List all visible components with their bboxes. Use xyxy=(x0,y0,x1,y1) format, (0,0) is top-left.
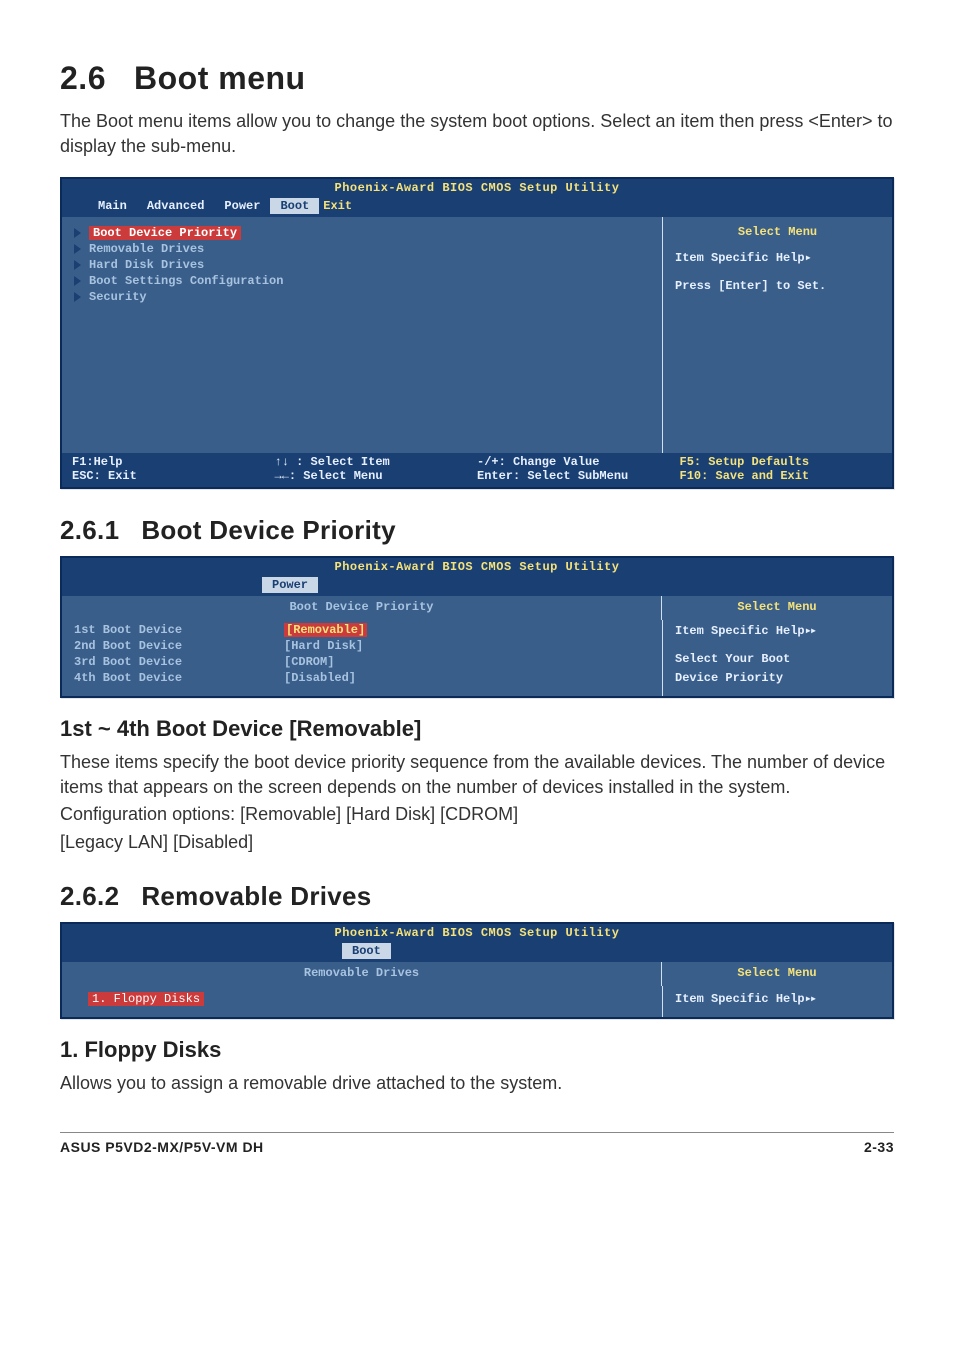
help-text-1: Item Specific Help▸▸ xyxy=(675,990,880,1009)
removable-drive-item[interactable]: 1. Floppy Disks xyxy=(88,992,204,1006)
bios-tab-bar: Power xyxy=(62,576,892,596)
tab-advanced[interactable]: Advanced xyxy=(137,198,215,214)
subsection-262-heading: 2.6.2 Removable Drives xyxy=(60,881,894,912)
subsection-number: 2.6.1 xyxy=(60,515,119,545)
menu-item-security[interactable]: Security xyxy=(74,289,650,305)
help-title: Select Menu xyxy=(662,966,892,980)
submenu-arrow-icon xyxy=(74,244,81,254)
boot-row-1[interactable]: 1st Boot Device[Removable] xyxy=(74,622,650,638)
help-text-1: Item Specific Help▸▸ xyxy=(675,622,880,641)
tab-exit[interactable]: Exit xyxy=(319,198,362,214)
bios-help-pane: Item Specific Help▸▸ xyxy=(662,986,892,1017)
bios-tab-bar: Boot xyxy=(62,942,892,962)
menu-label: Boot Settings Configuration xyxy=(89,274,283,288)
footer-col3: -/+: Change Value Enter: Select SubMenu xyxy=(477,455,680,483)
subsection-number: 2.6.2 xyxy=(60,881,119,911)
boot-row-label: 3rd Boot Device xyxy=(74,655,284,669)
footer-right: 2-33 xyxy=(864,1139,894,1155)
section-intro: The Boot menu items allow you to change … xyxy=(60,109,894,159)
bios-footer: F1:Help ESC: Exit ↑↓ : Select Item →←: S… xyxy=(62,453,892,487)
section-heading: 2.6 Boot menu xyxy=(60,60,894,97)
menu-label: Removable Drives xyxy=(89,242,204,256)
detail-text-1: These items specify the boot device prio… xyxy=(60,750,894,800)
footer-col4: F5: Setup Defaults F10: Save and Exit xyxy=(680,455,883,483)
bios-removable-drives: Phoenix-Award BIOS CMOS Setup Utility Bo… xyxy=(60,922,894,1019)
boot-row-value: [Hard Disk] xyxy=(284,639,363,653)
detail-text-2: Configuration options: [Removable] [Hard… xyxy=(60,802,894,827)
footer-left: ASUS P5VD2-MX/P5V-VM DH xyxy=(60,1139,264,1155)
tab-boot[interactable]: Boot xyxy=(342,943,391,959)
boot-row-label: 4th Boot Device xyxy=(74,671,284,685)
right-arrow-icon: ▸▸ xyxy=(805,992,815,1006)
boot-row-4[interactable]: 4th Boot Device[Disabled] xyxy=(74,670,650,686)
menu-label: Security xyxy=(89,290,147,304)
help-text-2: Select Your Boot xyxy=(675,650,880,669)
right-arrow-icon: ▸▸ xyxy=(805,624,815,638)
bios-boot-device-priority: Phoenix-Award BIOS CMOS Setup Utility Po… xyxy=(60,556,894,698)
menu-label: Boot Device Priority xyxy=(89,226,241,240)
menu-item-boot-device-priority[interactable]: Boot Device Priority xyxy=(74,225,650,241)
tab-boot[interactable]: Boot xyxy=(270,198,319,214)
tab-power[interactable]: Power xyxy=(214,198,270,214)
boot-row-value: [Removable] xyxy=(284,623,367,637)
boot-row-label: 1st Boot Device xyxy=(74,623,284,637)
menu-item-hard-disk-drives[interactable]: Hard Disk Drives xyxy=(74,257,650,273)
subsection-title: Removable Drives xyxy=(141,881,371,911)
bios-title: Phoenix-Award BIOS CMOS Setup Utility xyxy=(62,558,892,576)
detail-heading-boot-device: 1st ~ 4th Boot Device [Removable] xyxy=(60,716,894,742)
help-text-3: Device Priority xyxy=(675,669,880,688)
detail-heading-floppy: 1. Floppy Disks xyxy=(60,1037,894,1063)
bios-help-pane: Item Specific Help▸▸ Select Your Boot De… xyxy=(662,620,892,696)
bios-help-pane: Select Menu Item Specific Help▸ Press [E… xyxy=(662,217,892,453)
menu-item-removable-drives[interactable]: Removable Drives xyxy=(74,241,650,257)
menu-label: Hard Disk Drives xyxy=(89,258,204,272)
page-footer: ASUS P5VD2-MX/P5V-VM DH 2-33 xyxy=(60,1132,894,1155)
bios-left-pane: 1st Boot Device[Removable] 2nd Boot Devi… xyxy=(62,620,662,696)
bios-left-pane: Boot Device Priority Removable Drives Ha… xyxy=(62,217,662,453)
subsection-261-heading: 2.6.1 Boot Device Priority xyxy=(60,515,894,546)
panel-section-header: Boot Device Priority xyxy=(62,596,661,620)
submenu-arrow-icon xyxy=(74,260,81,270)
bios-tab-bar: Main Advanced Power Boot Exit xyxy=(62,197,892,217)
footer-col1: F1:Help ESC: Exit xyxy=(72,455,275,483)
submenu-arrow-icon xyxy=(74,276,81,286)
bios-left-pane: 1. Floppy Disks xyxy=(62,986,662,1017)
boot-row-value: [Disabled] xyxy=(284,671,356,685)
right-arrow-icon: ▸ xyxy=(805,251,810,265)
bios-title: Phoenix-Award BIOS CMOS Setup Utility xyxy=(62,179,892,197)
boot-row-3[interactable]: 3rd Boot Device[CDROM] xyxy=(74,654,650,670)
help-title: Select Menu xyxy=(675,225,880,239)
submenu-arrow-icon xyxy=(74,292,81,302)
detail-text-3: [Legacy LAN] [Disabled] xyxy=(60,830,894,855)
help-text-2: Press [Enter] to Set. xyxy=(675,277,880,296)
tab-power[interactable]: Power xyxy=(262,577,318,593)
section-number: 2.6 xyxy=(60,60,106,96)
tab-main[interactable]: Main xyxy=(88,198,137,214)
subsection-title: Boot Device Priority xyxy=(141,515,396,545)
boot-row-2[interactable]: 2nd Boot Device[Hard Disk] xyxy=(74,638,650,654)
bios-title: Phoenix-Award BIOS CMOS Setup Utility xyxy=(62,924,892,942)
panel-section-header: Removable Drives xyxy=(62,962,661,986)
help-text-1: Item Specific Help▸ xyxy=(675,249,880,268)
boot-row-value: [CDROM] xyxy=(284,655,334,669)
menu-item-boot-settings-config[interactable]: Boot Settings Configuration xyxy=(74,273,650,289)
footer-col2: ↑↓ : Select Item →←: Select Menu xyxy=(275,455,478,483)
section-title: Boot menu xyxy=(134,60,306,96)
boot-row-label: 2nd Boot Device xyxy=(74,639,284,653)
bios-boot-menu: Phoenix-Award BIOS CMOS Setup Utility Ma… xyxy=(60,177,894,489)
submenu-arrow-icon xyxy=(74,228,81,238)
help-title: Select Menu xyxy=(662,600,892,614)
detail-text-floppy: Allows you to assign a removable drive a… xyxy=(60,1071,894,1096)
